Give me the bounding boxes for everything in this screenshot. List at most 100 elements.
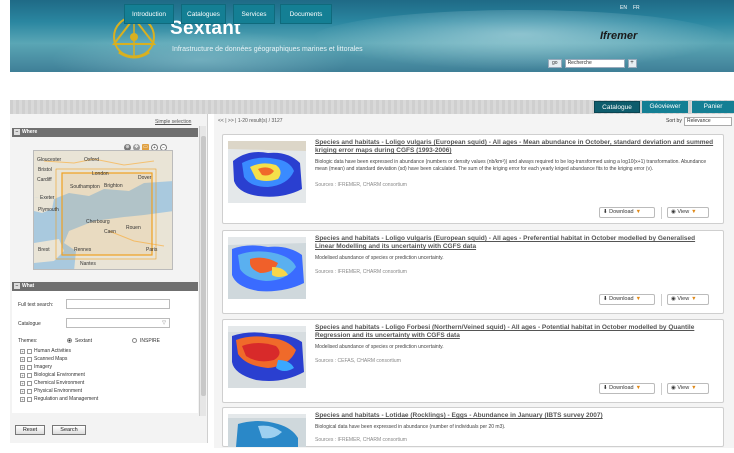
catalogue-select[interactable]: ▽ bbox=[66, 318, 170, 328]
theme-label: Human Activities bbox=[34, 348, 71, 354]
theme-item[interactable]: + Imagery bbox=[20, 364, 52, 370]
results-pager[interactable]: << | >> | 1-20 result(s) / 3127 bbox=[218, 118, 283, 124]
search-go-button[interactable]: go bbox=[548, 58, 562, 68]
expand-icon[interactable]: + bbox=[20, 348, 25, 354]
map-label: London bbox=[92, 171, 109, 177]
map-label: Brest bbox=[38, 247, 50, 253]
chevron-down-icon: ▼ bbox=[691, 209, 697, 215]
chevron-down-icon: ▼ bbox=[691, 296, 697, 302]
brand-tagline: Infrastructure de données géographiques … bbox=[172, 46, 363, 53]
nav-catalogues[interactable]: Catalogues bbox=[181, 4, 226, 24]
map-label: Bristol bbox=[38, 167, 52, 173]
result-title[interactable]: Species and habitats - Loligo Forbesi (N… bbox=[315, 324, 715, 340]
theme-checkbox[interactable] bbox=[27, 348, 32, 354]
collapse-icon[interactable]: − bbox=[14, 129, 20, 135]
result-title[interactable]: Species and habitats - Loligo vulgaris (… bbox=[315, 139, 715, 155]
divider bbox=[661, 294, 662, 306]
view-label: View bbox=[677, 209, 690, 215]
download-icon: ⬇ bbox=[603, 209, 608, 215]
download-icon: ⬇ bbox=[603, 385, 608, 391]
theme-option-sextant: Sextant bbox=[75, 338, 92, 344]
full-text-input[interactable] bbox=[66, 299, 170, 309]
where-section-header[interactable]: − Where bbox=[12, 128, 198, 137]
expand-icon[interactable]: + bbox=[20, 372, 25, 378]
map-label: Cherbourg bbox=[86, 219, 110, 225]
map-label: Cardiff bbox=[37, 177, 52, 183]
theme-radio-sextant[interactable] bbox=[67, 338, 72, 343]
result-source: Sources : IFREMER, CHARM consortium bbox=[315, 269, 407, 275]
expand-icon[interactable]: + bbox=[20, 388, 25, 394]
left-panel-scrollbar[interactable] bbox=[199, 126, 206, 416]
theme-checkbox[interactable] bbox=[27, 396, 32, 402]
result-thumbnail[interactable] bbox=[228, 141, 306, 203]
what-section-header[interactable]: − What bbox=[12, 282, 198, 291]
banner-wave bbox=[310, 10, 730, 70]
map-label: Dover bbox=[138, 175, 152, 181]
simple-selection-link[interactable]: Simple selection bbox=[155, 119, 191, 125]
download-button[interactable]: ⬇ Download ▼ bbox=[599, 294, 655, 305]
result-thumbnail[interactable] bbox=[228, 237, 306, 299]
theme-option-inspire: INSPIRE bbox=[140, 338, 161, 344]
result-thumbnail[interactable] bbox=[228, 414, 306, 447]
nav-services[interactable]: Services bbox=[233, 4, 275, 24]
chevron-down-icon: ▼ bbox=[635, 209, 642, 215]
view-button[interactable]: ◉ View ▼ bbox=[667, 294, 709, 305]
lang-en-link[interactable]: EN bbox=[620, 5, 627, 11]
map-label: Paris bbox=[146, 247, 158, 253]
theme-checkbox[interactable] bbox=[27, 380, 32, 386]
theme-checkbox[interactable] bbox=[27, 364, 32, 370]
result-card: Species and habitats - Loligo vulgaris (… bbox=[222, 134, 724, 224]
eye-icon: ◉ bbox=[671, 296, 676, 302]
theme-label: Biological Environment bbox=[34, 372, 85, 378]
result-description: Modelised abundance of species or predic… bbox=[315, 255, 444, 261]
tab-panier[interactable]: Panier bbox=[692, 101, 734, 113]
expand-icon[interactable]: + bbox=[20, 396, 25, 402]
collapse-icon[interactable]: − bbox=[14, 283, 20, 289]
thumbnail-map bbox=[228, 237, 306, 299]
theme-item[interactable]: + Human Activities bbox=[20, 348, 71, 354]
tab-catalogue[interactable]: Catalogue bbox=[594, 101, 640, 113]
theme-item[interactable]: + Regulation and Management bbox=[20, 396, 98, 402]
view-button[interactable]: ◉ View ▼ bbox=[667, 383, 709, 394]
expand-icon[interactable]: + bbox=[20, 356, 25, 362]
expand-icon[interactable]: + bbox=[20, 380, 25, 386]
theme-radio-inspire[interactable] bbox=[132, 338, 137, 343]
result-title[interactable]: Species and habitats - Loligo vulgaris (… bbox=[315, 235, 715, 251]
expand-icon[interactable]: + bbox=[20, 364, 25, 370]
ifremer-logo[interactable]: Ifremer bbox=[600, 30, 637, 42]
header-search-input[interactable] bbox=[564, 58, 625, 68]
nav-documents[interactable]: Documents bbox=[280, 4, 332, 24]
theme-item[interactable]: + Scanned Maps bbox=[20, 356, 67, 362]
map-label: Brighton bbox=[104, 183, 123, 189]
chevron-down-icon: ▼ bbox=[635, 296, 642, 302]
result-description: Biologic data have been expressed in abu… bbox=[315, 159, 707, 172]
scrollbar-thumb[interactable] bbox=[201, 136, 206, 396]
theme-checkbox[interactable] bbox=[27, 388, 32, 394]
search-button[interactable]: Search bbox=[52, 425, 86, 435]
sort-select[interactable]: Relevance bbox=[684, 117, 732, 126]
nav-introduction[interactable]: Introduction bbox=[124, 4, 174, 24]
theme-item[interactable]: + Chemical Environment bbox=[20, 380, 84, 386]
thumbnail-map bbox=[228, 326, 306, 388]
map-label: Rouen bbox=[126, 225, 141, 231]
map-label: Gloucester bbox=[37, 157, 62, 163]
theme-item[interactable]: + Physical Environment bbox=[20, 388, 82, 394]
where-map[interactable]: Gloucester Oxford London Bristol Cardiff… bbox=[33, 150, 173, 270]
theme-item[interactable]: + Biological Environment bbox=[20, 372, 85, 378]
map-label: Nantes bbox=[80, 261, 96, 267]
lang-fr-link[interactable]: FR bbox=[633, 5, 640, 11]
theme-checkbox[interactable] bbox=[27, 356, 32, 362]
reset-button[interactable]: Reset bbox=[15, 425, 45, 435]
result-source: Sources : IFREMER, CHARM consortium bbox=[315, 437, 407, 443]
tab-geoviewer[interactable]: Géoviewer bbox=[642, 101, 688, 113]
download-button[interactable]: ⬇ Download ▼ bbox=[599, 383, 655, 394]
view-button[interactable]: ◉ View ▼ bbox=[667, 207, 709, 218]
result-title[interactable]: Species and habitats - Lotidae (Rockling… bbox=[315, 412, 715, 420]
theme-label: Chemical Environment bbox=[34, 380, 85, 386]
search-plus-button[interactable]: + bbox=[627, 58, 637, 68]
theme-checkbox[interactable] bbox=[27, 372, 32, 378]
chevron-down-icon: ▼ bbox=[635, 385, 642, 391]
result-thumbnail[interactable] bbox=[228, 326, 306, 388]
theme-label: Scanned Maps bbox=[34, 356, 68, 362]
download-button[interactable]: ⬇ Download ▼ bbox=[599, 207, 655, 218]
